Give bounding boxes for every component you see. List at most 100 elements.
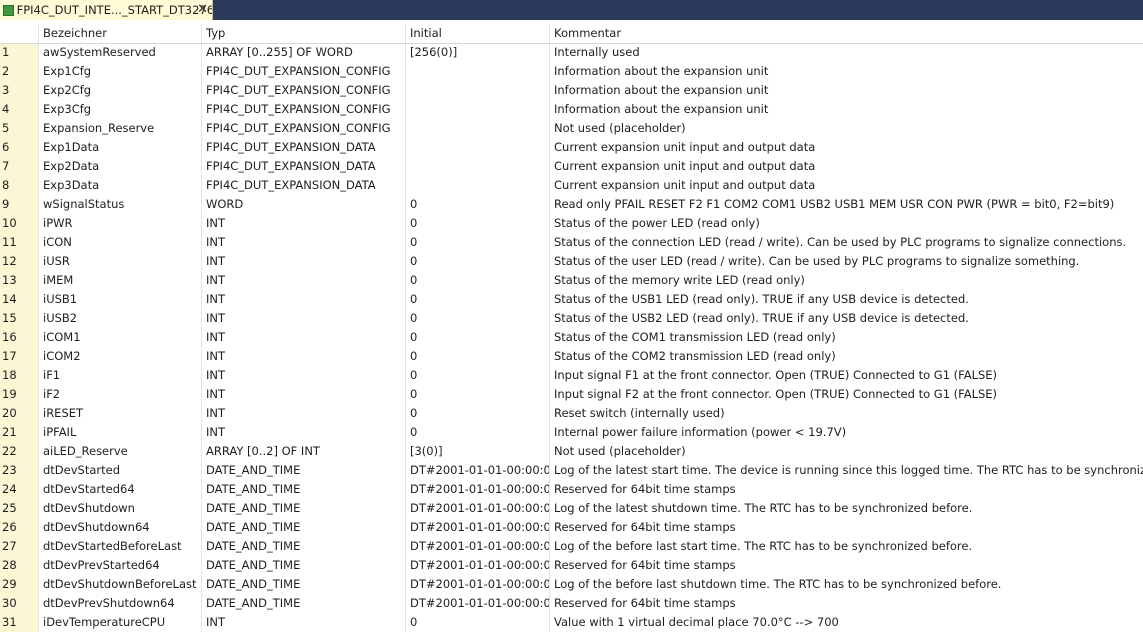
typ-cell[interactable]: FPI4C_DUT_EXPANSION_DATA: [201, 138, 405, 157]
table-row[interactable]: 25 dtDevShutdown DATE_AND_TIME DT#2001-01-0…: [0, 499, 1143, 518]
editor-tab[interactable]: FPI4C_DUT_INTE..._START_DT32768 ✕: [0, 0, 213, 20]
table-row[interactable]: 24 dtDevStarted64 DATE_AND_TIME DT#2001-01-…: [0, 480, 1143, 499]
kommentar-cell[interactable]: Status of the COM2 transmission LED (rea…: [549, 347, 1143, 366]
initial-cell[interactable]: DT#2001-01-01-00:00:00: [405, 575, 549, 594]
table-row[interactable]: 6 Exp1Data FPI4C_DUT_EXPANSION_DATA Current…: [0, 138, 1143, 157]
table-row[interactable]: 27 dtDevStartedBeforeLast DATE_AND_TIME DT#…: [0, 537, 1143, 556]
kommentar-cell[interactable]: Status of the memory write LED (read onl…: [549, 271, 1143, 290]
table-row[interactable]: 4 Exp3Cfg FPI4C_DUT_EXPANSION_CONFIG Inform…: [0, 100, 1143, 119]
kommentar-cell[interactable]: Input signal F2 at the front connector. …: [549, 385, 1143, 404]
kommentar-cell[interactable]: Current expansion unit input and output …: [549, 157, 1143, 176]
table-row[interactable]: 2 Exp1Cfg FPI4C_DUT_EXPANSION_CONFIG Inform…: [0, 62, 1143, 81]
table-row[interactable]: 19 iF2 INT 0 Input signal F2 at the front co…: [0, 385, 1143, 404]
table-row[interactable]: 10 iPWR INT 0 Status of the power LED (read …: [0, 214, 1143, 233]
kommentar-cell[interactable]: Log of the latest start time. The device…: [549, 461, 1143, 480]
kommentar-cell[interactable]: Reserved for 64bit time stamps: [549, 518, 1143, 537]
initial-cell[interactable]: 0: [405, 252, 549, 271]
table-row[interactable]: 23 dtDevStarted DATE_AND_TIME DT#2001-01-01…: [0, 461, 1143, 480]
initial-cell[interactable]: 0: [405, 271, 549, 290]
bezeichner-cell[interactable]: iF1: [38, 366, 201, 385]
typ-cell[interactable]: FPI4C_DUT_EXPANSION_CONFIG: [201, 81, 405, 100]
typ-cell[interactable]: FPI4C_DUT_EXPANSION_CONFIG: [201, 100, 405, 119]
typ-cell[interactable]: INT: [201, 423, 405, 442]
bezeichner-cell[interactable]: iUSR: [38, 252, 201, 271]
bezeichner-cell[interactable]: dtDevShutdownBeforeLast: [38, 575, 201, 594]
initial-cell[interactable]: 0: [405, 309, 549, 328]
kommentar-cell[interactable]: Internally used: [549, 43, 1143, 62]
initial-cell[interactable]: DT#2001-01-01-00:00:00: [405, 518, 549, 537]
initial-cell[interactable]: DT#2001-01-01-00:00:00: [405, 537, 549, 556]
table-row[interactable]: 20 iRESET INT 0 Reset switch (internally use…: [0, 404, 1143, 423]
close-icon[interactable]: ✕: [197, 2, 208, 18]
initial-cell[interactable]: [405, 176, 549, 195]
bezeichner-cell[interactable]: Exp3Data: [38, 176, 201, 195]
initial-cell[interactable]: 0: [405, 214, 549, 233]
kommentar-cell[interactable]: Status of the USB2 LED (read only). TRUE…: [549, 309, 1143, 328]
bezeichner-cell[interactable]: iPWR: [38, 214, 201, 233]
bezeichner-cell[interactable]: iDevTemperatureCPU: [38, 613, 201, 632]
table-row[interactable]: 26 dtDevShutdown64 DATE_AND_TIME DT#2001-01…: [0, 518, 1143, 537]
table-row[interactable]: 1 awSystemReserved ARRAY [0..255] OF WORD[…: [0, 43, 1143, 62]
bezeichner-cell[interactable]: iPFAIL: [38, 423, 201, 442]
typ-cell[interactable]: FPI4C_DUT_EXPANSION_DATA: [201, 176, 405, 195]
kommentar-cell[interactable]: Log of the before last start time. The R…: [549, 537, 1143, 556]
kommentar-cell[interactable]: Information about the expansion unit: [549, 100, 1143, 119]
typ-cell[interactable]: INT: [201, 366, 405, 385]
initial-cell[interactable]: [405, 157, 549, 176]
header-typ[interactable]: Typ: [201, 24, 405, 43]
kommentar-cell[interactable]: Information about the expansion unit: [549, 81, 1143, 100]
typ-cell[interactable]: DATE_AND_TIME: [201, 556, 405, 575]
initial-cell[interactable]: [405, 81, 549, 100]
kommentar-cell[interactable]: Current expansion unit input and output …: [549, 138, 1143, 157]
kommentar-cell[interactable]: Value with 1 virtual decimal place 70.0°…: [549, 613, 1143, 632]
kommentar-cell[interactable]: Log of the latest shutdown time. The RTC…: [549, 499, 1143, 518]
kommentar-cell[interactable]: Input signal F1 at the front connector. …: [549, 366, 1143, 385]
bezeichner-cell[interactable]: dtDevShutdown64: [38, 518, 201, 537]
typ-cell[interactable]: FPI4C_DUT_EXPANSION_CONFIG: [201, 62, 405, 81]
bezeichner-cell[interactable]: Exp2Cfg: [38, 81, 201, 100]
kommentar-cell[interactable]: Status of the USB1 LED (read only). TRUE…: [549, 290, 1143, 309]
initial-cell[interactable]: 0: [405, 385, 549, 404]
typ-cell[interactable]: DATE_AND_TIME: [201, 499, 405, 518]
initial-cell[interactable]: [405, 100, 549, 119]
bezeichner-cell[interactable]: iMEM: [38, 271, 201, 290]
typ-cell[interactable]: ARRAY [0..255] OF WORD: [201, 43, 405, 62]
initial-cell[interactable]: 0: [405, 423, 549, 442]
header-initial[interactable]: Initial: [405, 24, 549, 43]
bezeichner-cell[interactable]: dtDevStartedBeforeLast: [38, 537, 201, 556]
typ-cell[interactable]: INT: [201, 271, 405, 290]
typ-cell[interactable]: DATE_AND_TIME: [201, 537, 405, 556]
kommentar-cell[interactable]: Internal power failure information (powe…: [549, 423, 1143, 442]
initial-cell[interactable]: DT#2001-01-01-00:00:00: [405, 594, 549, 613]
kommentar-cell[interactable]: Reset switch (internally used): [549, 404, 1143, 423]
kommentar-cell[interactable]: Information about the expansion unit: [549, 62, 1143, 81]
kommentar-cell[interactable]: Reserved for 64bit time stamps: [549, 556, 1143, 575]
bezeichner-cell[interactable]: dtDevStarted: [38, 461, 201, 480]
bezeichner-cell[interactable]: Exp1Data: [38, 138, 201, 157]
kommentar-cell[interactable]: Current expansion unit input and output …: [549, 176, 1143, 195]
initial-cell[interactable]: [405, 119, 549, 138]
typ-cell[interactable]: DATE_AND_TIME: [201, 575, 405, 594]
typ-cell[interactable]: FPI4C_DUT_EXPANSION_CONFIG: [201, 119, 405, 138]
kommentar-cell[interactable]: Reserved for 64bit time stamps: [549, 480, 1143, 499]
initial-cell[interactable]: DT#2001-01-01-00:00:00: [405, 461, 549, 480]
bezeichner-cell[interactable]: dtDevPrevShutdown64: [38, 594, 201, 613]
typ-cell[interactable]: WORD: [201, 195, 405, 214]
typ-cell[interactable]: INT: [201, 252, 405, 271]
table-row[interactable]: 30 dtDevPrevShutdown64 DATE_AND_TIME DT#200…: [0, 594, 1143, 613]
initial-cell[interactable]: DT#2001-01-01-00:00:00: [405, 480, 549, 499]
typ-cell[interactable]: INT: [201, 233, 405, 252]
bezeichner-cell[interactable]: iUSB1: [38, 290, 201, 309]
initial-cell[interactable]: 0: [405, 404, 549, 423]
table-row[interactable]: 28 dtDevPrevStarted64 DATE_AND_TIME DT#2001…: [0, 556, 1143, 575]
initial-cell[interactable]: 0: [405, 347, 549, 366]
initial-cell[interactable]: 0: [405, 613, 549, 632]
table-row[interactable]: 29 dtDevShutdownBeforeLast DATE_AND_TIME DT…: [0, 575, 1143, 594]
initial-cell[interactable]: [405, 138, 549, 157]
typ-cell[interactable]: INT: [201, 290, 405, 309]
bezeichner-cell[interactable]: iRESET: [38, 404, 201, 423]
initial-cell[interactable]: [256(0)]: [405, 43, 549, 62]
table-row[interactable]: 18 iF1 INT 0 Input signal F1 at the front co…: [0, 366, 1143, 385]
bezeichner-cell[interactable]: dtDevShutdown: [38, 499, 201, 518]
bezeichner-cell[interactable]: iCOM2: [38, 347, 201, 366]
